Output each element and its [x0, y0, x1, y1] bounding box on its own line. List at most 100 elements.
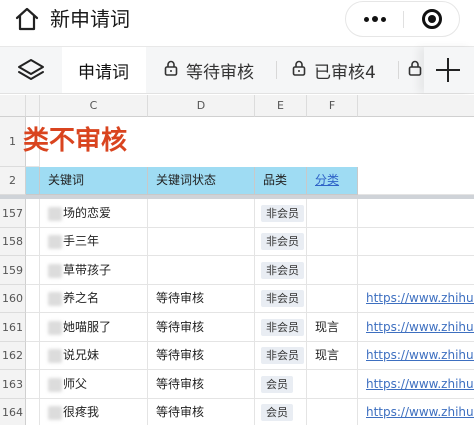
category-cell[interactable]: 非会员 — [255, 256, 307, 285]
category-cell[interactable]: 非会员 — [255, 199, 307, 228]
category-tag: 非会员 — [261, 290, 304, 307]
keyword-text: 很疼我 — [63, 405, 100, 419]
select-all-corner[interactable] — [0, 95, 26, 117]
classification-cell[interactable]: 现言 — [307, 313, 358, 342]
row-stub-cell[interactable] — [26, 399, 40, 425]
status-cell[interactable]: 等待审核 — [148, 313, 255, 342]
row-header[interactable]: 158 — [0, 228, 26, 256]
sheet-list-button[interactable] — [0, 47, 62, 93]
redacted-text-mask — [48, 348, 62, 363]
home-icon[interactable] — [14, 6, 40, 32]
spreadsheet-grid: C D E F 1 类不审核 2 关键词 关键词状态 品类 分类 157 场的恋爱… — [0, 95, 474, 425]
keyword-cell[interactable]: 草带孩子 — [40, 256, 148, 285]
row-stub-cell[interactable] — [26, 228, 40, 256]
page-title: 新申请词 — [50, 7, 130, 31]
row-stub-cell[interactable] — [26, 370, 40, 399]
more-options-button[interactable] — [346, 2, 403, 36]
row-header[interactable]: 160 — [0, 285, 26, 313]
tab-reviewed[interactable]: 已审核4 — [288, 47, 392, 93]
redacted-text-mask — [48, 206, 62, 221]
status-cell[interactable]: 等待审核 — [148, 285, 255, 313]
column-header-e[interactable]: E — [255, 95, 307, 117]
keyword-text: 草带孩子 — [63, 263, 112, 277]
tab-apply-words[interactable]: 申请词 — [62, 47, 146, 93]
classification-cell[interactable] — [307, 199, 358, 228]
header-cell-classification[interactable]: 分类 — [307, 167, 358, 195]
category-tag: 非会员 — [261, 262, 304, 279]
row-header[interactable]: 2 — [0, 167, 26, 195]
status-cell[interactable] — [148, 228, 255, 256]
status-cell[interactable]: 等待审核 — [148, 399, 255, 425]
category-tag: 会员 — [261, 376, 293, 393]
header-cell-keyword[interactable]: 关键词 — [40, 167, 148, 195]
keyword-text: 手三年 — [63, 234, 100, 248]
keyword-text: 师父 — [63, 377, 88, 391]
column-header-f[interactable]: F — [307, 95, 358, 117]
url-cell[interactable]: https://www.zhihu.com — [358, 399, 474, 425]
header-cell-stub[interactable] — [26, 167, 40, 195]
category-cell[interactable]: 会员 — [255, 399, 307, 425]
classification-cell[interactable] — [307, 370, 358, 399]
row-header[interactable]: 163 — [0, 370, 26, 399]
row-header[interactable]: 157 — [0, 199, 26, 228]
row-header[interactable]: 161 — [0, 313, 26, 342]
row-stub-cell[interactable] — [26, 256, 40, 285]
close-button[interactable] — [404, 2, 460, 36]
url-cell[interactable]: https://www.zhihu.com — [358, 370, 474, 399]
category-cell[interactable]: 非会员 — [255, 342, 307, 370]
column-header-g[interactable] — [358, 95, 474, 117]
mini-program-capsule — [345, 1, 460, 37]
classification-cell[interactable] — [307, 285, 358, 313]
column-header-d[interactable]: D — [148, 95, 255, 117]
status-cell[interactable]: 等待审核 — [148, 342, 255, 370]
category-cell[interactable]: 非会员 — [255, 285, 307, 313]
keyword-cell[interactable]: 很疼我 — [40, 399, 148, 425]
url-cell[interactable] — [358, 199, 474, 228]
redacted-text-mask — [48, 405, 62, 420]
keyword-cell[interactable]: 师父 — [40, 370, 148, 399]
add-sheet-button[interactable] — [424, 47, 474, 93]
row-stub-cell[interactable] — [26, 313, 40, 342]
column-header-stub[interactable] — [26, 95, 40, 117]
keyword-cell[interactable]: 说兄妹 — [40, 342, 148, 370]
status-cell[interactable] — [148, 199, 255, 228]
classification-cell[interactable]: 现言 — [307, 342, 358, 370]
tab-label: 等待审核 — [186, 62, 254, 83]
header-cell-category[interactable]: 品类 — [255, 167, 307, 195]
header-cell-empty[interactable] — [358, 167, 474, 195]
redacted-text-mask — [48, 320, 62, 335]
row-stub-cell[interactable] — [26, 342, 40, 370]
redacted-text-mask — [48, 263, 62, 278]
row-stub-cell[interactable] — [26, 199, 40, 228]
url-cell[interactable] — [358, 256, 474, 285]
keyword-cell[interactable]: 她喵服了 — [40, 313, 148, 342]
row-header[interactable]: 162 — [0, 342, 26, 370]
url-cell[interactable]: https://www.zhihu.com — [358, 285, 474, 313]
classification-cell[interactable] — [307, 399, 358, 425]
keyword-cell[interactable]: 养之名 — [40, 285, 148, 313]
tab-separator — [276, 61, 277, 79]
status-cell[interactable]: 等待审核 — [148, 370, 255, 399]
row-header[interactable]: 159 — [0, 256, 26, 285]
classification-cell[interactable] — [307, 256, 358, 285]
category-tag: 非会员 — [261, 347, 304, 364]
tab-pending-review[interactable]: 等待审核 — [158, 47, 270, 93]
url-cell[interactable]: https://www.zhihu.com — [358, 313, 474, 342]
keyword-cell[interactable]: 场的恋爱 — [40, 199, 148, 228]
classification-filter-link[interactable]: 分类 — [315, 173, 339, 187]
row-stub-cell[interactable] — [26, 285, 40, 313]
category-tag: 会员 — [261, 404, 293, 421]
url-cell[interactable] — [358, 228, 474, 256]
column-header-c[interactable]: C — [40, 95, 148, 117]
classification-cell[interactable] — [307, 228, 358, 256]
category-cell[interactable]: 非会员 — [255, 313, 307, 342]
sheet-tab-bar: 申请词 等待审核 已审核4 — [0, 46, 474, 94]
row-header[interactable]: 164 — [0, 399, 26, 425]
status-cell[interactable] — [148, 256, 255, 285]
url-cell[interactable]: https://www.zhihu.com — [358, 342, 474, 370]
category-cell[interactable]: 会员 — [255, 370, 307, 399]
sheet-title: 类不审核 — [23, 126, 128, 156]
header-cell-status[interactable]: 关键词状态 — [148, 167, 255, 195]
category-cell[interactable]: 非会员 — [255, 228, 307, 256]
keyword-cell[interactable]: 手三年 — [40, 228, 148, 256]
